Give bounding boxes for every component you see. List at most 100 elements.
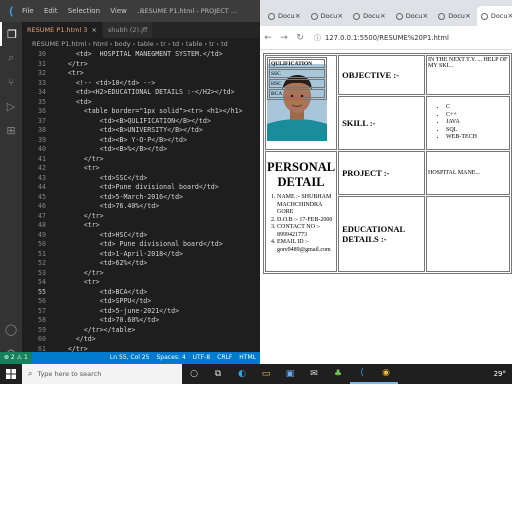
code-line[interactable]: 30 <td> HOSPITAL MANEGMENT SYSTEM.</td> <box>22 50 260 60</box>
back-arrow-icon[interactable]: ← <box>260 33 276 43</box>
project-text-cell: HOSPITAL MANE... <box>426 151 510 195</box>
code-line[interactable]: 49 <td>HSC</td> <box>22 231 260 241</box>
breadcrumb-item[interactable]: html <box>93 40 108 48</box>
close-icon[interactable]: × <box>508 12 512 20</box>
close-icon[interactable]: × <box>380 12 386 20</box>
menu-edit[interactable]: Edit <box>44 7 58 15</box>
close-icon[interactable]: × <box>465 12 471 20</box>
close-icon[interactable]: × <box>337 12 343 20</box>
breadcrumb-item[interactable]: table <box>137 40 153 48</box>
browser-tab[interactable]: Docu × <box>349 6 390 26</box>
explorer-icon[interactable]: ❐ <box>0 22 22 46</box>
taskbar-search[interactable]: ⌕ Type here to search <box>22 364 182 384</box>
app-icon[interactable]: ♣ <box>326 364 350 384</box>
line-number: 38 <box>38 126 46 134</box>
code-line[interactable]: 59 </tr></table> <box>22 326 260 336</box>
address-bar[interactable]: ⓘ 127.0.0.1:5500/RESUME%20P1.html <box>314 33 449 43</box>
reload-icon[interactable]: ↻ <box>292 33 308 43</box>
run-debug-icon[interactable]: ▷ <box>0 94 22 118</box>
browser-tab-active[interactable]: Docu × <box>476 6 512 26</box>
tab-resume-p1[interactable]: RESUME P1.html 3 × <box>22 22 103 38</box>
code-line[interactable]: 56 <td>SPPU</td> <box>22 297 260 307</box>
breadcrumb-item[interactable]: table <box>186 40 202 48</box>
code-line[interactable]: 44 <td>Pune divisional board</td> <box>22 183 260 193</box>
file-explorer-icon[interactable]: ▭ <box>254 364 278 384</box>
line-number: 41 <box>38 154 46 163</box>
line-number: 50 <box>38 240 46 248</box>
mail-icon[interactable]: ✉ <box>302 364 326 384</box>
line-number: 54 <box>38 278 46 286</box>
line-number: 44 <box>38 183 46 191</box>
code-line[interactable]: 38 <td><B>UNIVERSITY</B></td> <box>22 126 260 136</box>
browser-tab[interactable]: Docu × <box>306 6 348 26</box>
breadcrumb-item[interactable]: RESUME P1.html <box>32 40 86 48</box>
breadcrumb-item[interactable]: tr <box>161 40 166 48</box>
code-line[interactable]: 39 <td><B> Y-O-P</B></td> <box>22 136 260 146</box>
problems-indicator[interactable]: ⊗ 2 ⚠ 1 <box>0 352 32 364</box>
code-line[interactable]: 47 </tr> <box>22 212 260 222</box>
close-icon[interactable]: × <box>295 12 301 20</box>
code-line[interactable]: 46 <td>76.40%</td> <box>22 202 260 212</box>
code-line[interactable]: 54 <tr> <box>22 278 260 288</box>
forward-arrow-icon[interactable]: → <box>276 33 292 43</box>
breadcrumb-item[interactable]: td <box>221 40 228 48</box>
menu-selection[interactable]: Selection <box>68 7 100 15</box>
code-line[interactable]: 53 </tr> <box>22 269 260 279</box>
menu-file[interactable]: File <box>22 7 34 15</box>
weather-temperature[interactable]: 29° <box>494 370 512 378</box>
education-heading-line2: DETAILS :- <box>342 234 387 244</box>
code-line[interactable]: 51 <td>1-April-2018</td> <box>22 250 260 260</box>
code-editor[interactable]: 30 <td> HOSPITAL MANEGMENT SYSTEM.</td> 3… <box>22 50 260 353</box>
code-line[interactable]: 35 <td> <box>22 98 260 108</box>
code-line[interactable]: 48 <tr> <box>22 221 260 231</box>
info-icon[interactable]: ⓘ <box>314 33 321 43</box>
chrome-taskbar-icon[interactable]: ◉ <box>374 364 398 384</box>
code-line[interactable]: 34 <td><H2>EDUCATIONAL DETAILS :-</H2></… <box>22 88 260 98</box>
code-line[interactable]: 43 <td>SSC</td> <box>22 174 260 184</box>
code-line[interactable]: 42 <tr> <box>22 164 260 174</box>
menu-view[interactable]: View <box>110 7 127 15</box>
code-line[interactable]: 32 <tr> <box>22 69 260 79</box>
language-mode[interactable]: HTML <box>239 352 256 364</box>
code-line[interactable]: 55 <td>BCA</td> <box>22 288 260 298</box>
line-number: 33 <box>38 78 46 87</box>
cursor-position[interactable]: Ln 55, Col 25 <box>110 352 150 364</box>
cortana-icon[interactable]: ○ <box>182 364 206 384</box>
encoding[interactable]: UTF-8 <box>193 352 211 364</box>
indentation[interactable]: Spaces: 4 <box>156 352 185 364</box>
breadcrumb-item[interactable]: body <box>115 40 131 48</box>
account-icon[interactable]: ◯ <box>0 317 22 341</box>
code-line[interactable]: 60 </td> <box>22 335 260 345</box>
code-line[interactable]: 50 <td> Pune divisional board</td> <box>22 240 260 250</box>
close-icon[interactable]: × <box>91 26 96 34</box>
code-line[interactable]: 41 </tr> <box>22 155 260 165</box>
windows-start-icon[interactable] <box>0 364 22 384</box>
education-row: BCA <box>269 89 325 98</box>
code-line[interactable]: 33 <!-- <td>10</td> --> <box>22 79 260 89</box>
vscode-taskbar-icon[interactable]: ⟨ <box>350 364 374 384</box>
source-control-icon[interactable]: ⑂ <box>0 70 22 94</box>
code-line[interactable]: 36 <table border="1px solid"><tr> <h1></… <box>22 107 260 117</box>
line-source: <td>76.40%</td> <box>52 202 160 210</box>
extensions-icon[interactable]: ⊞ <box>0 118 22 142</box>
code-line[interactable]: 57 <td>5-june-2021</td> <box>22 307 260 317</box>
code-line[interactable]: 52 <td>62%</td> <box>22 259 260 269</box>
line-ending[interactable]: CRLF <box>217 352 232 364</box>
close-icon[interactable]: × <box>422 12 428 20</box>
tab-shubh[interactable]: shubh (2).jff <box>102 22 154 38</box>
breadcrumb-item[interactable]: td <box>172 40 179 48</box>
edge-browser-icon[interactable]: ◐ <box>230 364 254 384</box>
code-line[interactable]: 37 <td><B>QULIFICATION</B></td> <box>22 117 260 127</box>
browser-tab[interactable]: Docu × <box>391 6 433 26</box>
task-view-icon[interactable]: ⧉ <box>206 364 230 384</box>
line-source: <td><B>UNIVERSITY</B></td> <box>52 126 203 134</box>
browser-tab[interactable]: Docu × <box>264 6 305 26</box>
store-icon[interactable]: ▣ <box>278 364 302 384</box>
code-line[interactable]: 45 <td>5-March-2016</td> <box>22 193 260 203</box>
code-line[interactable]: 58 <td>70.60%</td> <box>22 316 260 326</box>
browser-tab[interactable]: Docu × <box>434 6 475 26</box>
code-line[interactable]: 40 <td><B>%</B></td> <box>22 145 260 155</box>
code-line[interactable]: 31 </tr> <box>22 60 260 70</box>
breadcrumb-item[interactable]: tr <box>209 40 214 48</box>
search-icon[interactable]: ⌕ <box>0 46 22 70</box>
